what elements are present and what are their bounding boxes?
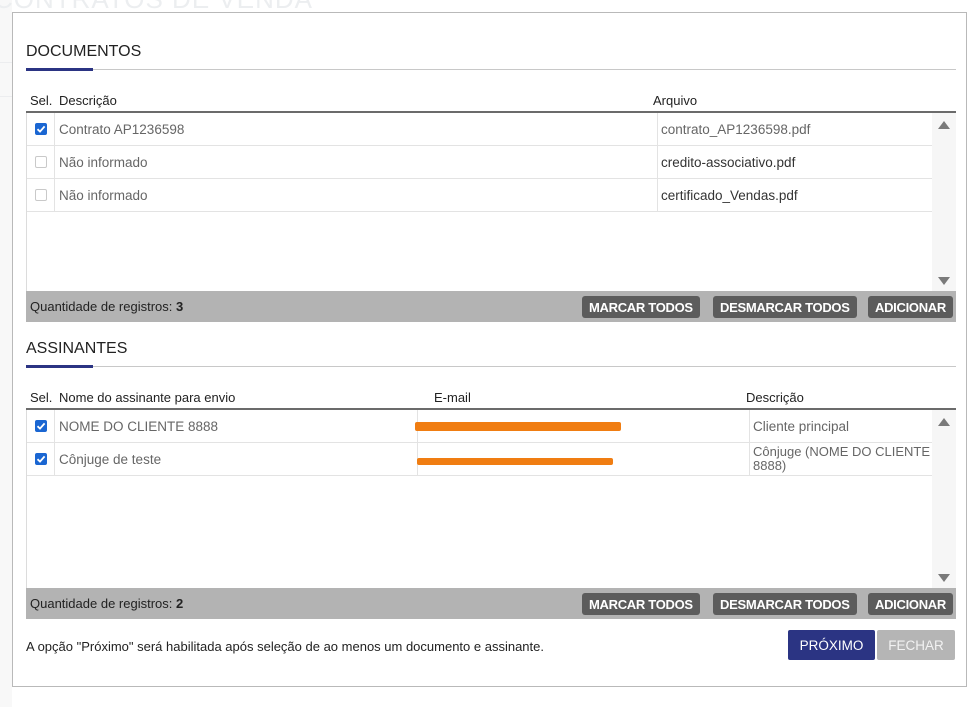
- redaction-mark: [415, 422, 621, 431]
- column-header-description: Descrição: [59, 93, 117, 108]
- documents-scrollbar[interactable]: [932, 113, 956, 291]
- background-ghost-line: [0, 96, 12, 97]
- records-count-value: 3: [176, 299, 184, 314]
- unmark-all-button[interactable]: DESMARCAR TODOS: [713, 296, 857, 318]
- check-icon: [36, 455, 45, 463]
- column-header-file: Arquivo: [653, 93, 698, 108]
- mark-all-button[interactable]: MARCAR TODOS: [582, 593, 700, 615]
- document-description: Contrato AP1236598: [59, 121, 185, 137]
- mark-all-button[interactable]: MARCAR TODOS: [582, 296, 700, 318]
- records-count-label: Quantidade de registros:: [30, 596, 173, 611]
- next-button[interactable]: PRÓXIMO: [788, 630, 875, 660]
- check-icon: [36, 125, 45, 133]
- row-checkbox[interactable]: [34, 123, 47, 135]
- documents-footer: Quantidade de registros: 3 MARCAR TODOS …: [26, 291, 956, 322]
- documents-rows: Contrato AP1236598 contrato_AP1236598.pd…: [27, 113, 932, 212]
- row-checkbox[interactable]: [34, 189, 47, 201]
- row-checkbox[interactable]: [34, 420, 47, 432]
- table-row[interactable]: Não informado credito-associativo.pdf: [27, 146, 932, 179]
- signer-name: Cônjuge de teste: [59, 451, 162, 467]
- table-row[interactable]: Contrato AP1236598 contrato_AP1236598.pd…: [27, 113, 932, 146]
- records-count: Quantidade de registros: 3: [30, 299, 183, 314]
- signer-name: NOME DO CLIENTE 8888: [59, 418, 219, 434]
- check-icon: [36, 422, 45, 430]
- selection-hint-text: A opção "Próximo" será habilitada após s…: [26, 639, 544, 654]
- row-checkbox[interactable]: [34, 453, 47, 465]
- signers-rows: NOME DO CLIENTE 8888 Cliente principal C…: [27, 410, 932, 476]
- signature-dialog: DOCUMENTOS Sel. Descrição Arquivo Contra…: [12, 12, 967, 687]
- signers-section-title: ASSINANTES: [26, 340, 128, 357]
- document-description: Não informado: [59, 154, 148, 170]
- unmark-all-button[interactable]: DESMARCAR TODOS: [713, 593, 857, 615]
- add-button[interactable]: ADICIONAR: [868, 296, 953, 318]
- signer-description: Cliente principal: [749, 410, 932, 442]
- document-file: certificado_Vendas.pdf: [657, 179, 932, 211]
- document-file: credito-associativo.pdf: [657, 146, 932, 178]
- section-divider: [26, 366, 956, 367]
- signers-grid-body: NOME DO CLIENTE 8888 Cliente principal C…: [26, 410, 956, 588]
- document-description: Não informado: [59, 187, 148, 203]
- signers-scrollbar[interactable]: [932, 410, 956, 588]
- documents-grid-body: Contrato AP1236598 contrato_AP1236598.pd…: [26, 113, 956, 291]
- signers-grid-header: Sel. Nome do assinante para envio E-mail…: [26, 386, 956, 410]
- records-count-label: Quantidade de registros:: [30, 299, 173, 314]
- document-file: contrato_AP1236598.pdf: [657, 113, 932, 145]
- table-row[interactable]: Não informado certificado_Vendas.pdf: [27, 179, 932, 212]
- column-header-sel: Sel.: [30, 390, 53, 405]
- background-ghost-line: [0, 62, 12, 63]
- section-divider: [26, 69, 956, 70]
- column-header-email: E-mail: [434, 390, 471, 405]
- triangle-up-icon[interactable]: [938, 418, 950, 426]
- table-row[interactable]: Cônjuge de teste Cônjuge (NOME DO CLIENT…: [27, 443, 932, 476]
- documents-grid-header: Sel. Descrição Arquivo: [26, 89, 956, 113]
- add-button[interactable]: ADICIONAR: [868, 593, 953, 615]
- triangle-down-icon[interactable]: [938, 574, 950, 582]
- signers-footer: Quantidade de registros: 2 MARCAR TODOS …: [26, 588, 956, 619]
- table-row[interactable]: NOME DO CLIENTE 8888 Cliente principal: [27, 410, 932, 443]
- documents-section-title: DOCUMENTOS: [26, 43, 142, 60]
- column-header-description: Descrição: [746, 390, 804, 405]
- section-accent-bar: [26, 365, 93, 368]
- records-count-value: 2: [176, 596, 184, 611]
- column-header-sel: Sel.: [30, 93, 53, 108]
- column-header-name: Nome do assinante para envio: [59, 390, 236, 405]
- background-sidebar: [0, 0, 12, 707]
- triangle-down-icon[interactable]: [938, 277, 950, 285]
- records-count: Quantidade de registros: 2: [30, 596, 183, 611]
- triangle-up-icon[interactable]: [938, 121, 950, 129]
- section-accent-bar: [26, 68, 93, 71]
- signer-description: Cônjuge (NOME DO CLIENTE 8888): [749, 443, 932, 475]
- close-button[interactable]: FECHAR: [877, 630, 955, 660]
- redaction-mark: [417, 458, 613, 465]
- row-checkbox[interactable]: [34, 156, 47, 168]
